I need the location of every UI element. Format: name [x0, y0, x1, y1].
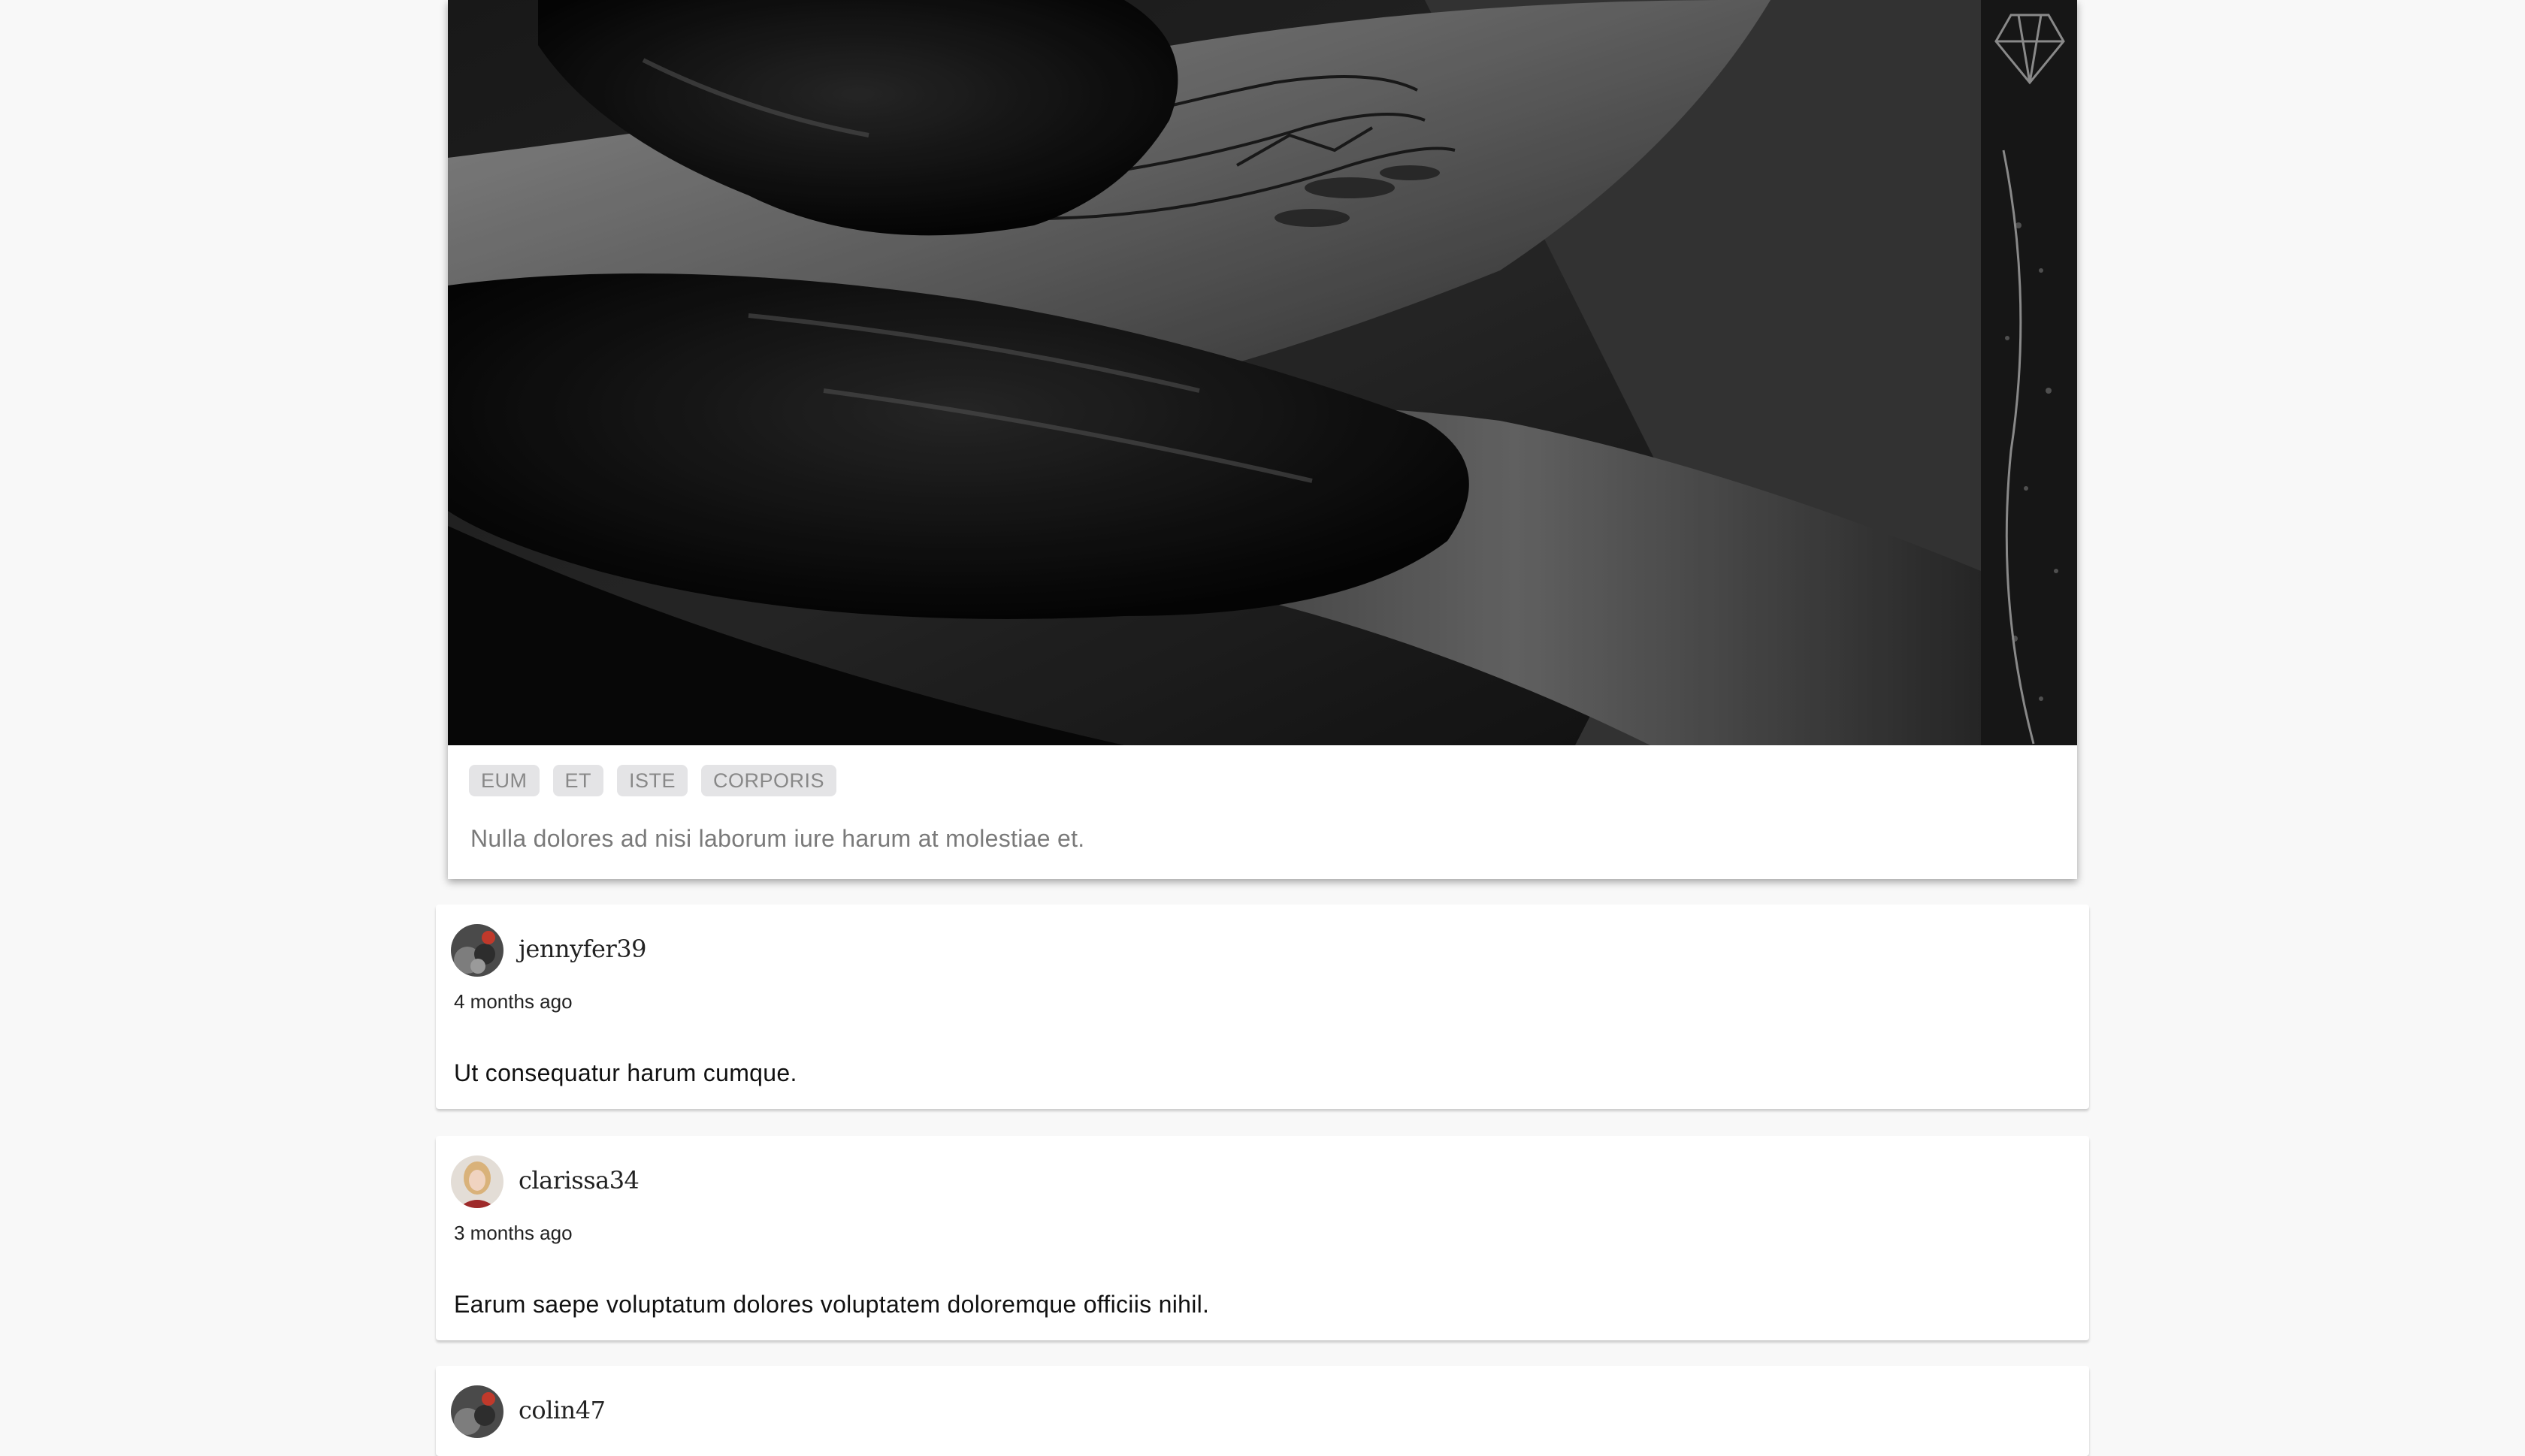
post-image[interactable]	[448, 0, 2077, 745]
comment-timestamp: 3 months ago	[454, 1222, 573, 1244]
avatar[interactable]	[451, 1155, 503, 1208]
comment-timestamp: 4 months ago	[454, 990, 573, 1013]
tag-chip[interactable]: EUM	[469, 765, 540, 796]
comment-text: Ut consequatur harum cumque.	[454, 1059, 797, 1086]
tag-chip[interactable]: CORPORIS	[701, 765, 837, 796]
tag-chip[interactable]: ET	[552, 765, 604, 796]
tag-list: EUM ET ISTE CORPORIS	[469, 765, 837, 796]
comment-card: jennyfer39 4 months ago Ut consequatur h…	[436, 905, 2089, 1109]
tag-chip[interactable]: ISTE	[617, 765, 688, 796]
comment-username[interactable]: clarissa34	[519, 1166, 640, 1195]
avatar[interactable]	[451, 1385, 503, 1438]
post-card: EUM ET ISTE CORPORIS Nulla dolores ad ni…	[448, 0, 2077, 879]
avatar[interactable]	[451, 924, 503, 977]
comment-username[interactable]: colin47	[519, 1396, 606, 1424]
comment-text: Earum saepe voluptatum dolores voluptate…	[454, 1291, 1210, 1318]
comment-card: colin47	[436, 1366, 2089, 1456]
post-description: Nulla dolores ad nisi laborum iure harum…	[470, 825, 1085, 852]
tattoo-photo	[448, 0, 2077, 745]
comment-username[interactable]: jennyfer39	[519, 935, 646, 963]
comment-card: clarissa34 3 months ago Earum saepe volu…	[436, 1136, 2089, 1340]
